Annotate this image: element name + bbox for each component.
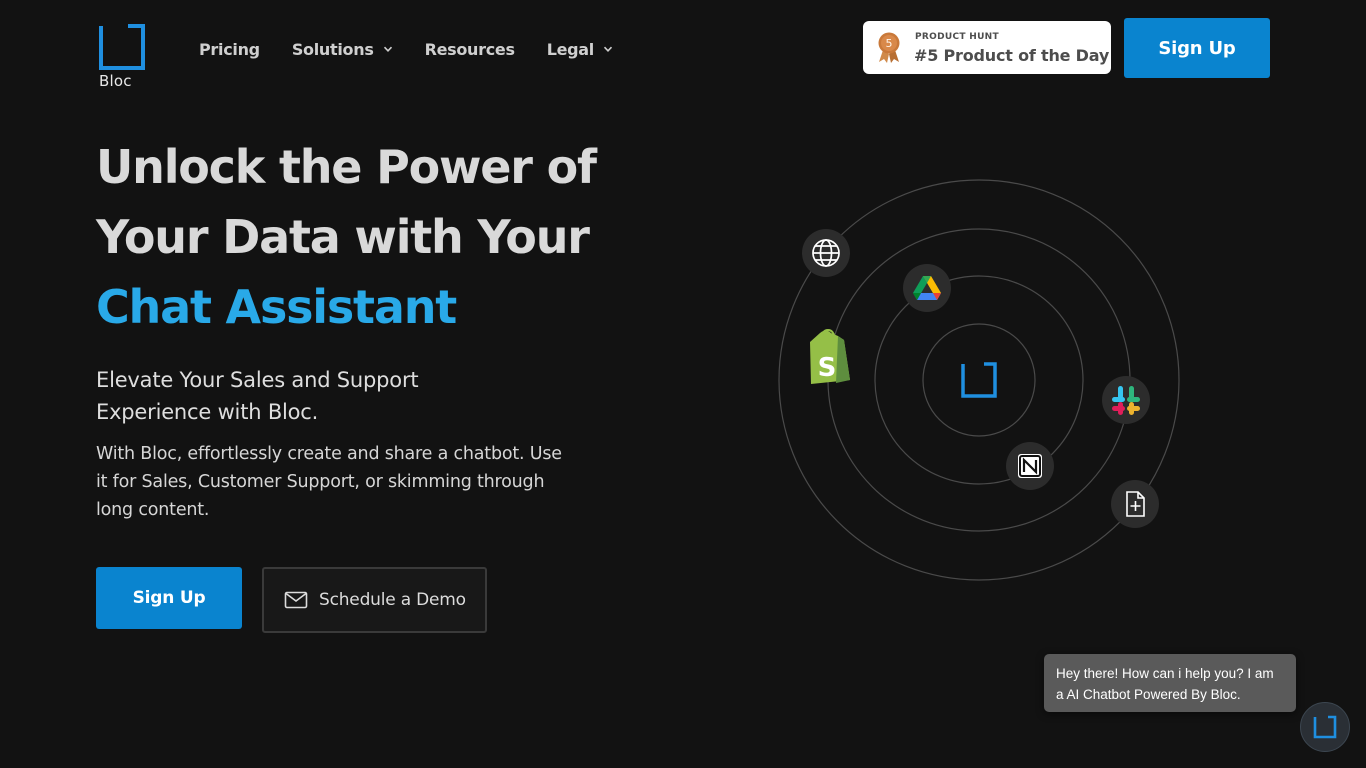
bloc-logo[interactable]: Bloc: [99, 24, 147, 90]
svg-text:S: S: [818, 353, 837, 383]
main-nav: Pricing Solutions Resources Legal: [199, 36, 645, 62]
hero-signup-button[interactable]: Sign Up: [96, 567, 242, 629]
chevron-down-icon: [603, 46, 613, 52]
bloc-chat-icon: [1313, 715, 1337, 739]
orbit-ring-middle: [827, 228, 1131, 532]
medal-icon: 5: [878, 32, 900, 63]
hero-subtitle: Elevate Your Sales and Support Experienc…: [96, 368, 419, 424]
bloc-center-icon: [961, 362, 997, 398]
google-drive-icon: [903, 264, 951, 312]
header-signup-button[interactable]: Sign Up: [1124, 18, 1270, 78]
hero-title: Unlock the Power of Your Data with Your …: [96, 132, 656, 342]
chat-greeting-bubble[interactable]: Hey there! How can i help you? I am a AI…: [1044, 654, 1296, 712]
product-hunt-label: #5 Product of the Day: [914, 46, 1110, 65]
shopify-icon: S: [810, 328, 850, 384]
chevron-down-icon: [383, 46, 392, 52]
file-add-icon: [1111, 480, 1159, 528]
hero-title-accent: Chat Assistant: [96, 280, 457, 334]
schedule-demo-label: Schedule a Demo: [319, 590, 466, 610]
orbit-ring-core: [922, 323, 1036, 437]
orbit-ring-inner: [874, 275, 1084, 485]
nav-item-label: Legal: [546, 39, 595, 59]
logo-text: Bloc: [99, 72, 132, 90]
hero-description: With Bloc, effortlessly create and share…: [96, 444, 562, 520]
medal-rank: 5: [886, 37, 893, 50]
bloc-logo-icon: [99, 24, 145, 70]
nav-item-solutions[interactable]: Solutions: [292, 40, 393, 59]
mail-icon: [284, 591, 308, 609]
product-hunt-badge[interactable]: 5 PRODUCT HUNT #5 Product of the Day: [863, 21, 1111, 74]
nav-item-pricing[interactable]: Pricing: [199, 40, 260, 59]
nav-item-resources[interactable]: Resources: [425, 40, 515, 59]
integrations-orbit: S: [778, 179, 1180, 581]
chat-launcher-button[interactable]: [1300, 702, 1350, 752]
nav-item-label: Solutions: [291, 39, 374, 59]
globe-icon: [802, 229, 850, 277]
hero-title-line-1: Unlock the Power of: [96, 140, 597, 194]
nav-item-label: Pricing: [199, 39, 260, 59]
schedule-demo-button[interactable]: Schedule a Demo: [262, 567, 487, 633]
hero-title-line-2: Your Data with Your: [96, 210, 590, 264]
slack-icon: [1102, 376, 1150, 424]
product-hunt-small-label: PRODUCT HUNT: [915, 32, 999, 42]
nav-item-legal[interactable]: Legal: [547, 40, 613, 59]
nav-item-label: Resources: [424, 39, 515, 59]
notion-icon: [1006, 442, 1054, 490]
